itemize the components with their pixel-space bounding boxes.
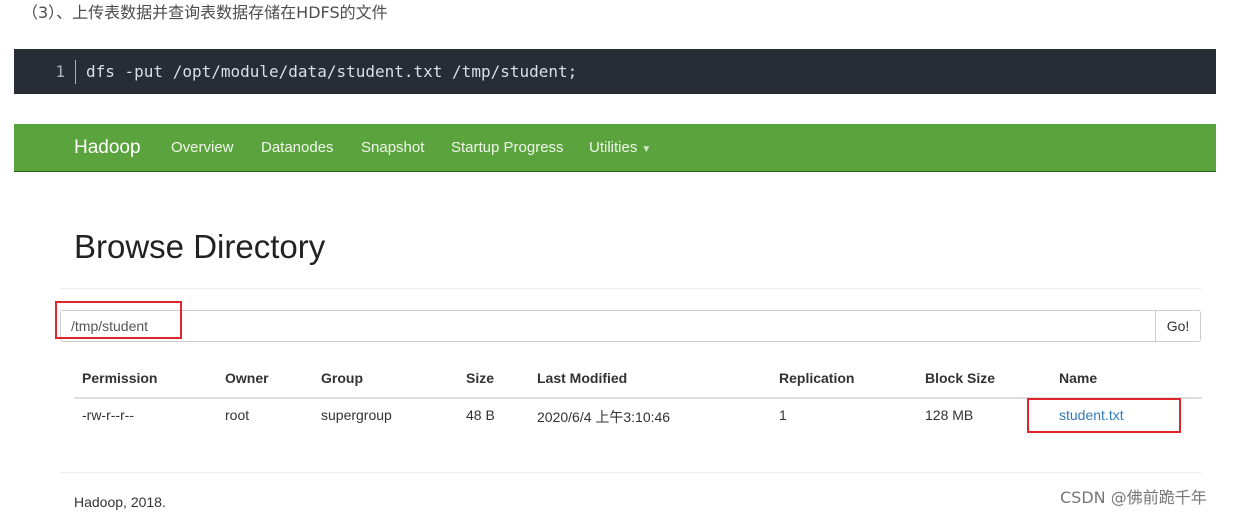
nav-item-snapshot[interactable]: Snapshot: [361, 124, 424, 171]
cell-owner: root: [225, 407, 250, 423]
directory-path-input[interactable]: [60, 310, 1156, 342]
csdn-watermark: CSDN @佛前跪千年: [1058, 484, 1209, 508]
cell-permission: -rw-r--r--: [82, 407, 135, 423]
nav-item-utilities[interactable]: Utilities ▼: [589, 124, 651, 173]
caret-down-icon: ▼: [641, 144, 652, 155]
code-command: dfs -put /opt/module/data/student.txt /t…: [86, 61, 578, 81]
column-header-size[interactable]: Size: [466, 370, 494, 386]
page-title: Browse Directory: [74, 228, 326, 265]
nav-item-overview[interactable]: Overview: [171, 124, 234, 171]
navbar-brand[interactable]: Hadoop: [74, 124, 141, 172]
column-header-block-size[interactable]: Block Size: [925, 370, 995, 386]
title-divider: [60, 288, 1202, 289]
nav-item-utilities-label: Utilities: [589, 139, 638, 156]
cell-last-modified: 2020/6/4 上午3:10:46: [537, 409, 671, 425]
column-header-owner[interactable]: Owner: [225, 370, 269, 386]
highlight-box-path: [55, 301, 182, 339]
column-header-replication[interactable]: Replication: [779, 370, 854, 386]
highlight-box-filename: [1027, 398, 1181, 433]
hadoop-navbar: Hadoop Overview Datanodes Snapshot Start…: [14, 124, 1216, 172]
column-header-name[interactable]: Name: [1059, 370, 1097, 386]
cell-size: 48 B: [466, 407, 495, 423]
column-header-group[interactable]: Group: [321, 370, 363, 386]
cell-block-size: 128 MB: [925, 407, 974, 423]
code-line-number: 1: [14, 59, 76, 84]
column-header-last-modified[interactable]: Last Modified: [537, 370, 627, 386]
nav-item-startup-progress[interactable]: Startup Progress: [451, 124, 564, 171]
footer-divider: [60, 472, 1202, 473]
column-header-permission[interactable]: Permission: [82, 370, 157, 386]
footer-text: Hadoop, 2018.: [74, 494, 166, 510]
code-block: 1 dfs -put /opt/module/data/student.txt …: [14, 49, 1216, 94]
article-caption: （3）、上传表数据并查询表数据存储在HDFS的文件: [22, 3, 388, 22]
nav-item-datanodes[interactable]: Datanodes: [261, 124, 334, 171]
go-button[interactable]: Go!: [1155, 310, 1201, 342]
cell-replication: 1: [779, 407, 787, 423]
cell-group: supergroup: [321, 407, 392, 423]
